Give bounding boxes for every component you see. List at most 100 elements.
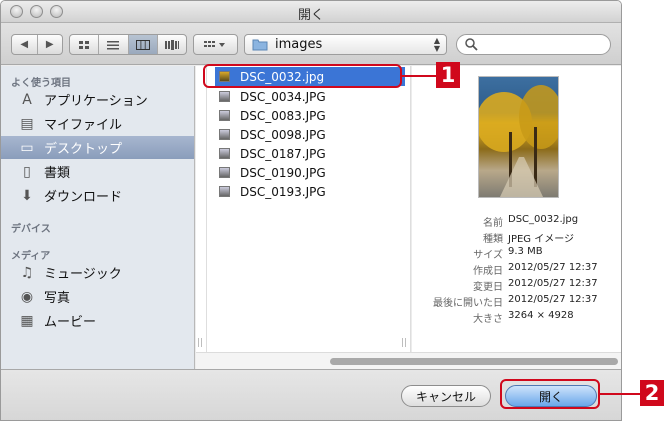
info-value: DSC_0032.jpg: [508, 214, 579, 225]
info-key: 変更日: [473, 282, 503, 293]
location-label: images: [275, 37, 323, 52]
file-name: DSC_0190.JPG: [240, 165, 326, 180]
file-item[interactable]: DSC_0193.JPG: [215, 182, 405, 201]
image-file-icon: [219, 91, 230, 102]
callout-line-2: [600, 393, 640, 395]
list-view-button[interactable]: [99, 35, 129, 54]
image-file-icon: [219, 148, 230, 159]
info-value: 2012/05/27 12:37: [508, 278, 598, 289]
forward-arrow-icon: ▶: [45, 39, 54, 50]
info-value: 2012/05/27 12:37: [508, 262, 598, 273]
column-view-button[interactable]: [128, 35, 158, 54]
image-file-icon: [219, 167, 230, 178]
sidebar-item-music[interactable]: ♫ ミュージック: [1, 261, 194, 284]
folder-icon: [252, 39, 268, 51]
window-title: 開く: [297, 8, 324, 23]
column-divider: [196, 66, 207, 352]
sidebar: よく使う項目 A アプリケーション ▤ マイファイル ▭ デスクトップ ▯ 書類…: [1, 66, 195, 369]
devices-section-title: デバイス: [11, 224, 51, 235]
sidebar-item-photos[interactable]: ◉ 写真: [1, 285, 194, 308]
file-item[interactable]: DSC_0187.JPG: [215, 144, 405, 163]
arrange-icon: [203, 40, 225, 47]
info-value: 2012/05/27 12:37: [508, 294, 598, 305]
back-arrow-icon: ◀: [20, 39, 29, 50]
music-icon: ♫: [20, 264, 34, 281]
coverflow-view-button[interactable]: [158, 35, 186, 54]
search-input[interactable]: [482, 37, 602, 52]
arrange-button[interactable]: [194, 35, 237, 54]
info-key: 名前: [483, 218, 503, 229]
file-item[interactable]: DSC_0034.JPG: [215, 87, 405, 106]
column-resize-handle[interactable]: ||: [401, 338, 407, 348]
sidebar-item-label: 写真: [44, 291, 71, 306]
all-files-icon: ▤: [20, 115, 34, 132]
back-forward-control: ◀ ▶: [11, 34, 63, 55]
arrange-menu[interactable]: [193, 34, 238, 55]
info-value: 9.3 MB: [508, 246, 543, 257]
sidebar-item-documents[interactable]: ▯ 書類: [1, 160, 194, 183]
movies-icon: ▦: [20, 312, 34, 329]
file-item[interactable]: DSC_0083.JPG: [215, 106, 405, 125]
image-file-icon: [219, 129, 230, 140]
sidebar-item-all-files[interactable]: ▤ マイファイル: [1, 112, 194, 135]
callout-badge-1: 1: [436, 62, 460, 88]
file-item[interactable]: DSC_0190.JPG: [215, 163, 405, 182]
location-popup[interactable]: images ▲ ▼: [244, 34, 447, 55]
sidebar-item-downloads[interactable]: ⬇ ダウンロード: [1, 184, 194, 207]
file-name: DSC_0034.JPG: [240, 89, 326, 104]
photo-thumbnail: [478, 76, 559, 198]
image-file-icon: [219, 110, 230, 121]
sidebar-item-label: 書類: [44, 166, 71, 181]
file-name: DSC_0187.JPG: [240, 146, 326, 161]
favorites-section-title: よく使う項目: [11, 78, 71, 89]
back-button[interactable]: ◀: [12, 35, 38, 54]
updown-arrow-icon: ▲ ▼: [433, 36, 440, 53]
sidebar-item-label: ムービー: [44, 315, 97, 330]
callout-line-1: [402, 75, 436, 77]
toolbar: ◀ ▶ images ▲ ▼: [1, 23, 621, 65]
callout-highlight-file: [203, 64, 402, 88]
file-column: DSC_0032.jpg DSC_0034.JPG DSC_0083.JPG D…: [197, 66, 411, 352]
sidebar-item-label: マイファイル: [44, 118, 123, 133]
title-bar: 開く: [1, 1, 621, 23]
file-info: 名前 DSC_0032.jpg 種類 JPEG イメージ サイズ 9.3 MB …: [412, 214, 621, 329]
view-mode-control: [69, 34, 187, 55]
file-name: DSC_0193.JPG: [240, 184, 326, 199]
media-section-title: メディア: [11, 251, 51, 262]
applications-icon: A: [22, 91, 32, 108]
photos-icon: ◉: [20, 288, 34, 305]
callout-badge-2: 2: [640, 380, 664, 406]
file-item[interactable]: DSC_0098.JPG: [215, 125, 405, 144]
sidebar-item-label: ミュージック: [44, 267, 122, 282]
downloads-icon: ⬇: [21, 187, 33, 204]
info-key: サイズ: [473, 250, 503, 261]
cancel-button[interactable]: キャンセル: [401, 385, 491, 407]
image-file-icon: [219, 186, 230, 197]
sidebar-item-movies[interactable]: ▦ ムービー: [1, 309, 194, 332]
info-key: 種類: [483, 234, 503, 245]
column-resize-handle[interactable]: ||: [197, 338, 203, 348]
callout-highlight-open: [500, 379, 600, 409]
horizontal-scrollbar[interactable]: [196, 352, 621, 369]
coverflow-view-icon: [164, 39, 179, 50]
sidebar-item-applications[interactable]: A アプリケーション: [1, 88, 194, 111]
desktop-icon: ▭: [20, 139, 34, 156]
forward-button[interactable]: ▶: [38, 35, 63, 54]
info-key: 作成日: [473, 266, 503, 277]
preview-pane: 名前 DSC_0032.jpg 種類 JPEG イメージ サイズ 9.3 MB …: [412, 66, 621, 352]
sidebar-item-label: アプリケーション: [44, 94, 148, 109]
sidebar-item-label: ダウンロード: [44, 190, 123, 205]
icon-view-button[interactable]: [70, 35, 100, 54]
icon-view-icon: [79, 40, 90, 49]
sidebar-item-desktop[interactable]: ▭ デスクトップ: [1, 136, 194, 159]
info-value: 3264 × 4928: [508, 310, 574, 321]
file-name: DSC_0098.JPG: [240, 127, 326, 142]
sidebar-item-label: デスクトップ: [44, 142, 123, 157]
info-key: 大きさ: [473, 314, 503, 325]
info-key: 最後に開いた日: [433, 298, 503, 309]
file-name: DSC_0083.JPG: [240, 108, 326, 123]
scrollbar-thumb[interactable]: [330, 358, 618, 365]
column-view-icon: [135, 39, 150, 50]
search-field[interactable]: [456, 34, 611, 55]
list-view-icon: [107, 40, 120, 49]
